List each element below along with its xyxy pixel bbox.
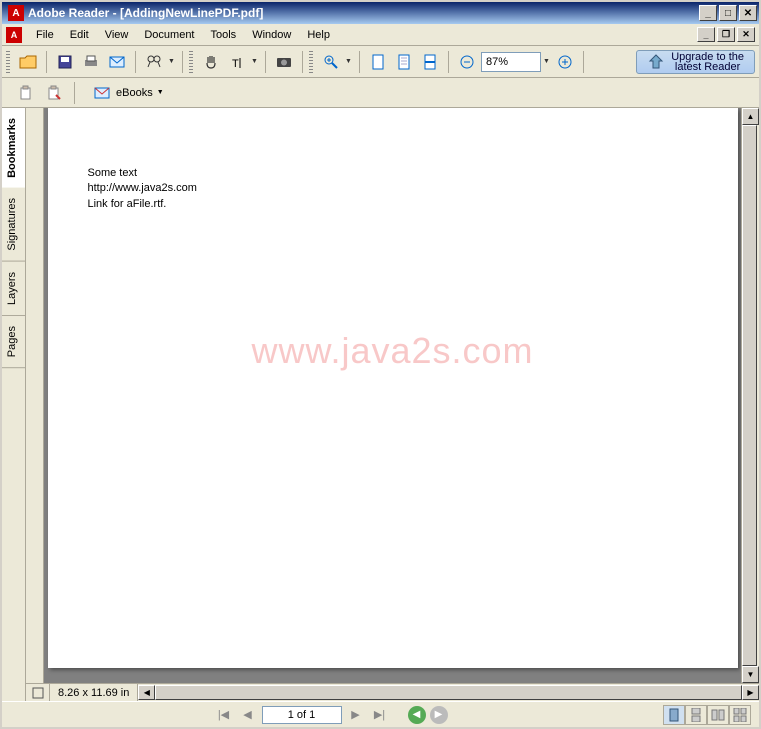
facing-view-button[interactable] bbox=[707, 705, 729, 725]
doc-restore-button[interactable]: ❐ bbox=[717, 27, 735, 42]
title-bar: A Adobe Reader - [AddingNewLinePDF.pdf] … bbox=[2, 2, 759, 24]
save-button[interactable] bbox=[53, 50, 77, 74]
zoom-dropdown[interactable]: ▼ bbox=[345, 58, 353, 65]
nav-back-button[interactable]: ◀ bbox=[408, 706, 426, 724]
continuous-facing-view-button[interactable] bbox=[729, 705, 751, 725]
search-dropdown[interactable]: ▼ bbox=[168, 58, 176, 65]
zoom-out-button[interactable] bbox=[455, 50, 479, 74]
open-button[interactable] bbox=[16, 50, 40, 74]
scroll-right-button[interactable]: ▶ bbox=[742, 685, 759, 700]
tab-pages[interactable]: Pages bbox=[2, 316, 25, 368]
ebooks-button[interactable]: eBooks ▼ bbox=[87, 82, 171, 104]
search-button[interactable] bbox=[142, 50, 166, 74]
doc-line-2: http://www.java2s.com bbox=[88, 181, 698, 196]
single-page-view-button[interactable] bbox=[663, 705, 685, 725]
main-toolbar: ▼ T ▼ ▼ 87% ▼ Upgrade to the latest Read… bbox=[2, 46, 759, 78]
close-button[interactable]: ✕ bbox=[739, 5, 757, 21]
email-button[interactable] bbox=[105, 50, 129, 74]
window-title: Adobe Reader - [AddingNewLinePDF.pdf] bbox=[28, 6, 699, 20]
doc-close-button[interactable]: ✕ bbox=[737, 27, 755, 42]
last-page-button[interactable]: ▶| bbox=[370, 705, 390, 725]
fit-actual-button[interactable] bbox=[366, 50, 390, 74]
zoom-in-button[interactable] bbox=[319, 50, 343, 74]
doc-minimize-button[interactable]: _ bbox=[697, 27, 715, 42]
scroll-down-button[interactable]: ▼ bbox=[742, 666, 759, 683]
page-container: Some text http://www.java2s.com Link for… bbox=[44, 108, 741, 683]
ebooks-chevron-icon: ▼ bbox=[157, 89, 164, 96]
menu-file[interactable]: File bbox=[28, 26, 62, 44]
continuous-view-button[interactable] bbox=[685, 705, 707, 725]
fit-width-button[interactable] bbox=[418, 50, 442, 74]
vscroll-thumb[interactable] bbox=[742, 125, 757, 666]
watermark: www.java2s.com bbox=[48, 326, 738, 376]
document-scroll-area: Some text http://www.java2s.com Link for… bbox=[26, 108, 759, 683]
menu-bar: A File Edit View Document Tools Window H… bbox=[2, 24, 759, 46]
info-corner-icon[interactable] bbox=[26, 684, 50, 702]
toolbar-grip-2 bbox=[189, 51, 193, 73]
text-select-button[interactable]: T bbox=[225, 50, 249, 74]
toolbar-grip bbox=[6, 51, 10, 73]
app-icon: A bbox=[8, 5, 24, 21]
tab-signatures[interactable]: Signatures bbox=[2, 188, 25, 262]
horizontal-scrollbar[interactable]: ◀ ▶ bbox=[138, 685, 759, 700]
maximize-button[interactable]: □ bbox=[719, 5, 737, 21]
toolbar-grip-3 bbox=[309, 51, 313, 73]
hscroll-thumb[interactable] bbox=[155, 685, 742, 700]
print-button[interactable] bbox=[79, 50, 103, 74]
hscroll-track[interactable] bbox=[155, 685, 742, 700]
vscroll-track[interactable] bbox=[742, 125, 759, 666]
minimize-button[interactable]: _ bbox=[699, 5, 717, 21]
menu-view[interactable]: View bbox=[97, 26, 137, 44]
upgrade-icon bbox=[647, 53, 665, 71]
menu-edit[interactable]: Edit bbox=[62, 26, 97, 44]
zoom-in-plus-button[interactable] bbox=[553, 50, 577, 74]
page-dimensions: 8.26 x 11.69 in bbox=[50, 684, 138, 702]
status-bar: |◀ ◀ 1 of 1 ▶ ▶| ◀ ▶ bbox=[2, 701, 759, 727]
left-gutter bbox=[26, 108, 44, 683]
vertical-scrollbar[interactable]: ▲ ▼ bbox=[741, 108, 759, 683]
next-page-button[interactable]: ▶ bbox=[346, 705, 366, 725]
zoom-input[interactable]: 87% bbox=[481, 52, 541, 72]
upgrade-button[interactable]: Upgrade to the latest Reader bbox=[636, 50, 755, 74]
fit-page-button[interactable] bbox=[392, 50, 416, 74]
ebooks-label: eBooks bbox=[116, 87, 153, 99]
scroll-left-button[interactable]: ◀ bbox=[138, 685, 155, 700]
scroll-up-button[interactable]: ▲ bbox=[742, 108, 759, 125]
ebooks-icon bbox=[94, 86, 112, 100]
clipboard-button-2[interactable] bbox=[42, 81, 66, 105]
first-page-button[interactable]: |◀ bbox=[214, 705, 234, 725]
view-mode-buttons bbox=[663, 705, 751, 725]
pdf-page: Some text http://www.java2s.com Link for… bbox=[48, 108, 738, 668]
hand-tool-button[interactable] bbox=[199, 50, 223, 74]
prev-page-button[interactable]: ◀ bbox=[238, 705, 258, 725]
side-panel-tabs: Bookmarks Signatures Layers Pages bbox=[2, 108, 26, 701]
menu-window[interactable]: Window bbox=[244, 26, 299, 44]
doc-line-1: Some text bbox=[88, 166, 698, 181]
secondary-toolbar: eBooks ▼ bbox=[2, 78, 759, 108]
info-bar: 8.26 x 11.69 in ◀ ▶ bbox=[26, 683, 759, 701]
snapshot-button[interactable] bbox=[272, 50, 296, 74]
menu-tools[interactable]: Tools bbox=[203, 26, 245, 44]
upgrade-label: Upgrade to the latest Reader bbox=[671, 52, 744, 72]
svg-text:T: T bbox=[232, 58, 239, 70]
tab-layers[interactable]: Layers bbox=[2, 262, 25, 316]
app-window: A Adobe Reader - [AddingNewLinePDF.pdf] … bbox=[0, 0, 761, 729]
document-viewport: Some text http://www.java2s.com Link for… bbox=[26, 108, 759, 701]
page-number-input[interactable]: 1 of 1 bbox=[262, 706, 342, 724]
clipboard-button-1[interactable] bbox=[14, 81, 38, 105]
nav-forward-button[interactable]: ▶ bbox=[430, 706, 448, 724]
page-nav: |◀ ◀ 1 of 1 ▶ ▶| ◀ ▶ bbox=[214, 705, 448, 725]
menu-document[interactable]: Document bbox=[136, 26, 202, 44]
zoom-preset-dropdown[interactable]: ▼ bbox=[543, 58, 551, 65]
tab-bookmarks[interactable]: Bookmarks bbox=[2, 108, 25, 188]
menu-help[interactable]: Help bbox=[299, 26, 338, 44]
text-select-dropdown[interactable]: ▼ bbox=[251, 58, 259, 65]
content-area: Bookmarks Signatures Layers Pages Some t… bbox=[2, 108, 759, 701]
doc-line-3: Link for aFile.rtf. bbox=[88, 197, 698, 212]
document-icon: A bbox=[6, 27, 22, 43]
